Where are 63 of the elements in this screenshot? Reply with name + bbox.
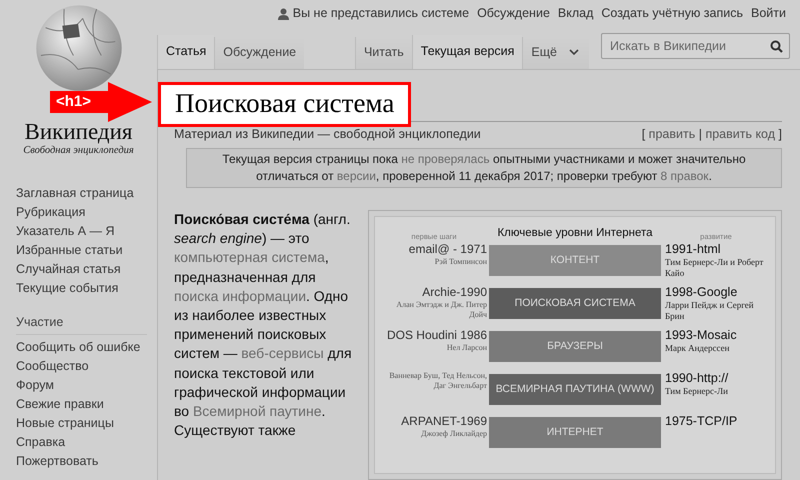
separator: |: [698, 127, 702, 142]
infographic-title: Ключевые уровни Интернета: [496, 226, 654, 241]
tab[interactable]: Обсуждение: [214, 36, 304, 68]
sidebar-link[interactable]: Указатель А — Я: [16, 222, 157, 241]
user-icon: [278, 8, 289, 20]
sidebar-link[interactable]: Свежие правки: [16, 394, 157, 414]
milestone-title: Archie-1990: [421, 285, 487, 300]
milestone-author: Рэй Томпинсон: [434, 257, 487, 267]
personal-link[interactable]: Создать учётную запись: [601, 4, 744, 24]
milestone-title: 1998-Google: [665, 285, 738, 300]
chevron-down-icon: [569, 49, 579, 56]
milestone-title: 1991-html: [665, 242, 722, 257]
search-field[interactable]: Искать в Википедии: [601, 33, 790, 60]
sidebar-link[interactable]: Сообщество: [16, 356, 157, 376]
tab[interactable]: Читать: [354, 36, 412, 68]
sidebar-heading: Участие: [16, 313, 147, 335]
page-subtitle: Материал из Википедии — свободной энциклопедии: [174, 126, 481, 144]
search-icon[interactable]: [770, 40, 783, 53]
tab[interactable]: Ещё: [522, 36, 589, 68]
milestone-title: email@ - 1971: [408, 242, 487, 257]
tagline: Свободная энциклопедия: [23, 144, 134, 158]
review-notice: Текущая версия страницы пока не проверялась опытными участниками и может значительно отличаться от версии, проверенной 11 декабря 2017; проверки требуют 8 правок.: [186, 148, 782, 188]
milestone-author: Джозеф Ликлайдер: [420, 429, 487, 439]
milestone-title: 1993-Mosaic: [665, 328, 738, 343]
milestone-title: 1990-http://: [665, 371, 730, 386]
wordmark: Википедия: [24, 120, 132, 143]
milestone-title: ARPANET-1969: [400, 414, 487, 429]
milestone-author: Ванневар Буш, Тед Нельсон, Даг Энгельбарт: [388, 371, 487, 391]
level-bar: ПОИСКОВАЯ СИСТЕМА: [489, 288, 661, 319]
milestone-author: Марк Андерссен: [665, 343, 730, 354]
sidebar-link[interactable]: Заглавная страница: [16, 184, 157, 203]
bracket: ]: [778, 127, 782, 142]
sidebar-link[interactable]: Пожертвовать: [16, 452, 157, 471]
personal-link[interactable]: Вклад: [558, 4, 594, 24]
search-input[interactable]: Искать в Википедии: [608, 36, 770, 57]
level-bar: ВСЕМИРНАЯ ПАУТИНА (WWW): [489, 374, 661, 405]
sidebar-link[interactable]: Текущие события: [16, 279, 157, 298]
milestone-title: DOS Houdini 1986: [386, 328, 487, 343]
level-bar: ИНТЕРНЕТ: [489, 417, 661, 448]
edit-link[interactable]: править код: [705, 127, 776, 142]
sidebar-link[interactable]: Избранные статьи: [16, 241, 157, 260]
level-bar: БРАУЗЕРЫ: [489, 331, 661, 362]
sidebar-link[interactable]: Справка: [16, 432, 157, 452]
sidebar-link[interactable]: Новые страницы: [16, 414, 157, 433]
bracket: [: [642, 127, 646, 142]
sidebar-link[interactable]: Случайная статья: [16, 260, 157, 279]
sidebar-link[interactable]: Сообщить об ошибке: [16, 338, 157, 357]
milestone-author: Тим Бернерс-Ли: [665, 386, 729, 397]
sidebar-link[interactable]: Форум: [16, 376, 157, 395]
milestone-author: Нел Ларсон: [446, 343, 487, 353]
page-title: Поисковая система: [175, 86, 394, 120]
annotation-label: <h1>: [56, 92, 92, 112]
level-bar: КОНТЕНТ: [489, 245, 661, 276]
sidebar-link[interactable]: Рубрикация: [16, 203, 157, 222]
milestone-author: Ларри Пейдж и Сергей Брин: [665, 300, 755, 322]
personal-link[interactable]: Войти: [751, 4, 786, 24]
login-status: Вы не представились системе: [292, 5, 470, 22]
personal-link[interactable]: Обсуждение: [477, 4, 550, 24]
milestone-title: 1975-TCP/IP: [665, 414, 738, 429]
article-paragraph: Поиско́вая систе́ма (англ. search engine) — это компьютерная система, предназначенная для поиска информации. Одно из наиболее известных применений поисковых систем — веб-сервисы для поиска текстовой или графической информации во Всемирной паутине. Существуют также: [174, 210, 352, 440]
milestone-author: Алан Эмтэдж и Дж. Питер Дойч: [395, 300, 487, 320]
edit-link[interactable]: править: [648, 127, 696, 142]
milestone-author: Тим Бернерс-Ли и Роберт Кайо: [665, 257, 764, 279]
